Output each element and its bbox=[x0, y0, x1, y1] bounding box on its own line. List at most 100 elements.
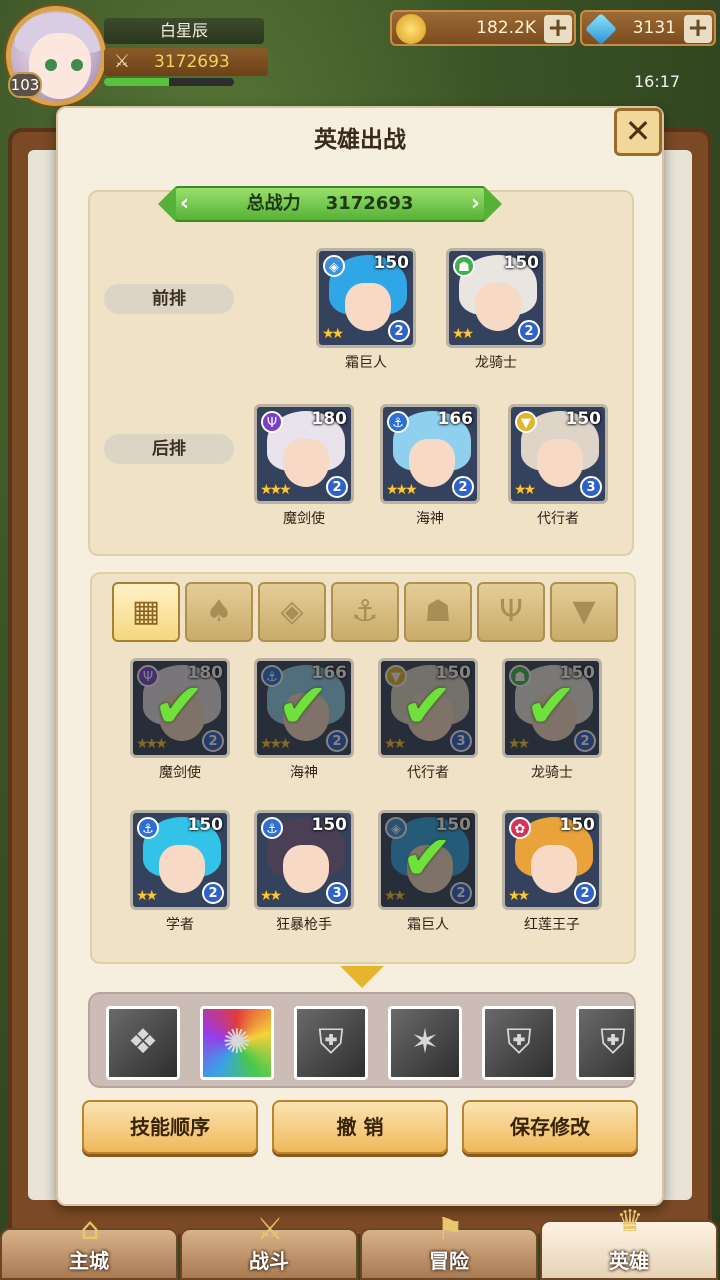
hero-portrait: ◈ 150 ★★ 2 bbox=[316, 248, 416, 348]
hero-card[interactable]: ⚓ 150 ★★ 3 狂暴枪手 bbox=[254, 810, 354, 934]
front-row-label: 前排 bbox=[104, 284, 234, 314]
skill-slot[interactable]: ⛨ bbox=[482, 1006, 556, 1080]
hero-portrait: ✿ 150 ★★ 2 bbox=[502, 810, 602, 910]
chevron-right-icon: › bbox=[470, 191, 480, 216]
nav-tab-2[interactable]: ⚑ 冒险 bbox=[360, 1212, 538, 1280]
player-power-value: 3172693 bbox=[154, 52, 230, 72]
hero-face bbox=[409, 439, 455, 487]
check-icon: ✔ bbox=[401, 821, 453, 894]
holy-filter-icon: ▼ bbox=[572, 594, 596, 629]
hero-face bbox=[475, 283, 521, 331]
element-icon: ⚓ bbox=[261, 817, 283, 839]
element-icon: ✿ bbox=[509, 817, 531, 839]
nav-tab-3[interactable]: ♛ 英雄 bbox=[540, 1204, 718, 1280]
hero-card[interactable]: Ψ 180 ★★★ 2 魔剑使 bbox=[254, 404, 354, 528]
leaf-filter-icon: ♠ bbox=[205, 594, 233, 629]
hero-stars: ★★ bbox=[136, 888, 158, 904]
hero-count-badge: 3 bbox=[580, 476, 602, 498]
nav-label: 主城 bbox=[69, 1249, 109, 1273]
clock: 16:17 bbox=[634, 72, 681, 91]
element-icon: ▼ bbox=[515, 411, 537, 433]
check-icon: ✔ bbox=[153, 669, 205, 742]
hero-portrait: Ψ 180 ★★★ 2 bbox=[254, 404, 354, 504]
hero-roster-panel: ▦ ♠ ◈ ⚓ ☗ Ψ ▼ Ψ180★★★2✔ 魔剑使 ⚓166★★★2✔ 海神 ▼150★★3✔ 代… bbox=[90, 572, 636, 964]
diamond-counter: 3131 + bbox=[580, 10, 716, 46]
hero-name: 代行者 bbox=[537, 511, 579, 527]
filter-tab-frost[interactable]: ◈ bbox=[258, 582, 326, 642]
filter-tab-leaf[interactable]: ♠ bbox=[185, 582, 253, 642]
hero-card[interactable]: ⚓ 166 ★★★ 2 海神 bbox=[380, 404, 480, 528]
avatar-eye bbox=[45, 59, 57, 71]
hero-card[interactable]: ▼150★★3✔ 代行者 bbox=[378, 658, 478, 782]
hero-card[interactable]: Ψ180★★★2✔ 魔剑使 bbox=[130, 658, 230, 782]
add-gold-button[interactable]: + bbox=[544, 15, 572, 43]
hero-count-badge: 2 bbox=[452, 476, 474, 498]
hero-card[interactable]: ◈ 150 ★★ 2 霜巨人 bbox=[316, 248, 416, 372]
expand-arrow-icon[interactable] bbox=[340, 966, 384, 988]
all-filter-icon: ▦ bbox=[131, 594, 161, 629]
skill-slot[interactable]: ✺ bbox=[200, 1006, 274, 1080]
hero-face bbox=[283, 845, 329, 893]
hero-count-badge: 3 bbox=[326, 882, 348, 904]
close-icon: ✕ bbox=[624, 112, 652, 150]
hero-card[interactable]: ◈150★★2✔ 霜巨人 bbox=[378, 810, 478, 934]
filter-tab-anchor[interactable]: ⚓ bbox=[331, 582, 399, 642]
undo-button[interactable]: 撤 销 bbox=[272, 1100, 448, 1154]
gold-counter: 182.2K + bbox=[390, 10, 576, 46]
frost-filter-icon: ◈ bbox=[280, 594, 304, 629]
gold-coin-icon bbox=[396, 14, 426, 44]
hero-portrait: ◈150★★2✔ bbox=[378, 810, 478, 910]
filter-tab-all[interactable]: ▦ bbox=[112, 582, 180, 642]
skill-order-bar: ❖ ✺ ⛨ ✶ ⛨ ⛨ bbox=[88, 992, 636, 1088]
hero-card[interactable]: ☗ 150 ★★ 2 龙骑士 bbox=[446, 248, 546, 372]
skill-slot[interactable]: ❖ bbox=[106, 1006, 180, 1080]
save-changes-button[interactable]: 保存修改 bbox=[462, 1100, 638, 1154]
close-button[interactable]: ✕ bbox=[614, 108, 662, 156]
hero-card[interactable]: ▼ 150 ★★ 3 代行者 bbox=[508, 404, 608, 528]
nav-tab-0[interactable]: ⌂ 主城 bbox=[0, 1212, 178, 1280]
hero-level: 150 bbox=[373, 253, 410, 273]
skill-slot[interactable]: ⛨ bbox=[576, 1006, 634, 1080]
hero-card[interactable]: ⚓ 150 ★★ 2 学者 bbox=[130, 810, 230, 934]
hero-card[interactable]: ✿ 150 ★★ 2 红莲王子 bbox=[502, 810, 602, 934]
skill-slot[interactable]: ✶ bbox=[388, 1006, 462, 1080]
hero-face bbox=[531, 845, 577, 893]
filter-tab-dragon[interactable]: ☗ bbox=[404, 582, 472, 642]
hero-level: 166 bbox=[437, 409, 474, 429]
element-icon: ⚓ bbox=[137, 817, 159, 839]
skill-order-button[interactable]: 技能顺序 bbox=[82, 1100, 258, 1154]
check-icon: ✔ bbox=[401, 669, 453, 742]
total-power-value: 3172693 bbox=[325, 193, 414, 214]
hero-card[interactable]: ☗150★★2✔ 龙骑士 bbox=[502, 658, 602, 782]
hero-level: 150 bbox=[503, 253, 540, 273]
exp-bar-fill bbox=[104, 78, 169, 86]
hero-level: 150 bbox=[187, 815, 224, 835]
crossed-swords-icon: ⚔ bbox=[113, 51, 131, 72]
hero-level: 150 bbox=[559, 815, 596, 835]
hero-count-badge: 2 bbox=[388, 320, 410, 342]
filter-tab-demon[interactable]: Ψ bbox=[477, 582, 545, 642]
shield-skill-icon: ⛨ bbox=[318, 1022, 344, 1062]
hero-face bbox=[159, 845, 205, 893]
skill-slot[interactable]: ⛨ bbox=[294, 1006, 368, 1080]
hero-portrait: ☗ 150 ★★ 2 bbox=[446, 248, 546, 348]
hero-face bbox=[283, 439, 329, 487]
hero-portrait: ⚓ 150 ★★ 2 bbox=[130, 810, 230, 910]
wing-skill-icon: ❖ bbox=[127, 1022, 159, 1062]
hero-count-badge: 2 bbox=[574, 882, 596, 904]
hero-count-badge: 2 bbox=[202, 882, 224, 904]
filter-tab-holy[interactable]: ▼ bbox=[550, 582, 618, 642]
add-diamond-button[interactable]: + bbox=[684, 15, 712, 43]
hero-face bbox=[345, 283, 391, 331]
hero-stars: ★★ bbox=[508, 888, 530, 904]
hero-portrait: ⚓ 166 ★★★ 2 bbox=[380, 404, 480, 504]
check-icon: ✔ bbox=[525, 669, 577, 742]
hero-name: 霜巨人 bbox=[407, 917, 449, 933]
hero-face bbox=[537, 439, 583, 487]
dragon-filter-icon: ☗ bbox=[424, 594, 452, 629]
nav-tab-1[interactable]: ⚔ 战斗 bbox=[180, 1212, 358, 1280]
claw-skill-icon: ✶ bbox=[410, 1022, 440, 1062]
hero-card[interactable]: ⚓166★★★2✔ 海神 bbox=[254, 658, 354, 782]
bottom-nav: ⌂ 主城 ⚔ 战斗 ⚑ 冒险 ♛ 英雄 bbox=[0, 1204, 720, 1280]
hero-stars: ★★ bbox=[514, 482, 536, 498]
